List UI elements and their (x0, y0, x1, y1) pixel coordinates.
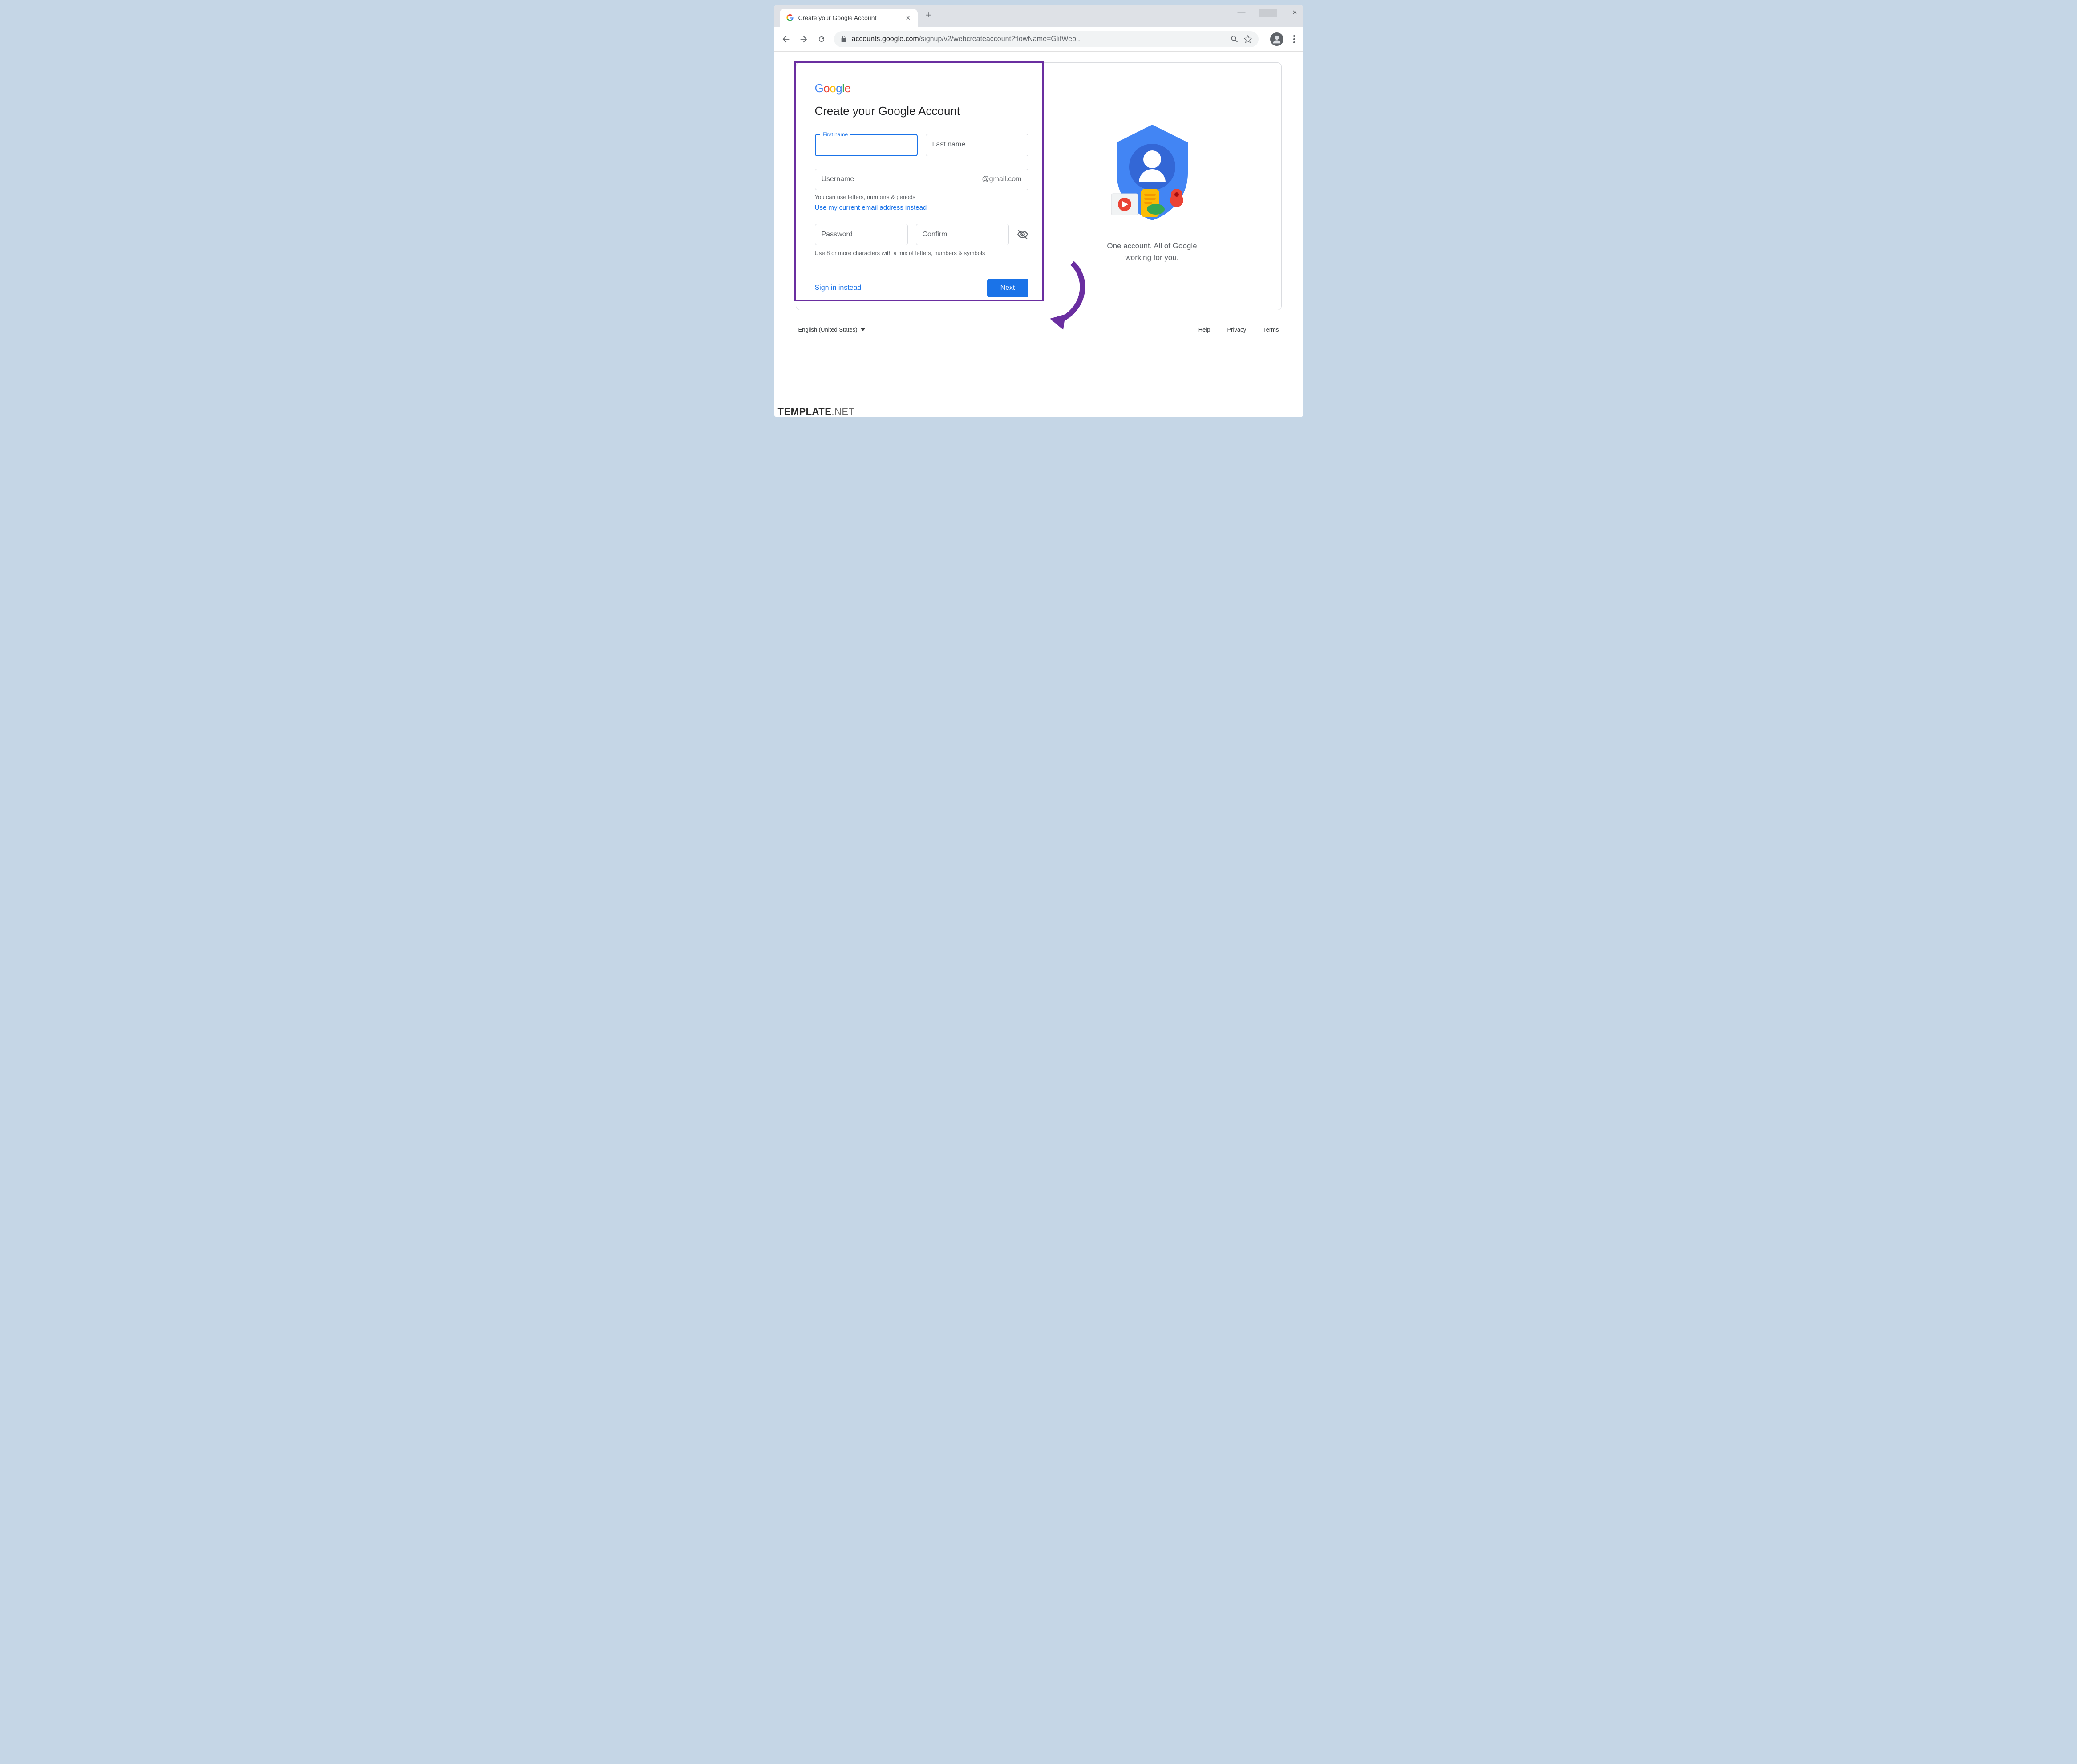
language-selector[interactable]: English (United States) (798, 326, 866, 333)
first-name-label: First name (820, 131, 851, 138)
username-hint: You can use letters, numbers & periods (815, 194, 1028, 200)
url-text: accounts.google.com/signup/v2/webcreatea… (852, 35, 1226, 43)
page-content: Google Create your Google Account First … (774, 52, 1303, 417)
sign-in-instead-link[interactable]: Sign in instead (815, 284, 862, 292)
toggle-password-visibility-icon[interactable] (1017, 229, 1028, 240)
next-button[interactable]: Next (987, 279, 1028, 297)
username-field[interactable]: Username @gmail.com (815, 169, 1028, 190)
chevron-down-icon (861, 328, 865, 332)
lock-icon (840, 36, 847, 43)
browser-window: Create your Google Account × + — × accou… (774, 5, 1303, 417)
watermark: T TEMPLATE.NET (774, 405, 855, 417)
tab-title: Create your Google Account (798, 14, 900, 21)
minimize-button[interactable]: — (1237, 8, 1246, 17)
signup-card: Google Create your Google Account First … (796, 62, 1282, 310)
use-current-email-link[interactable]: Use my current email address instead (815, 204, 927, 211)
last-name-field[interactable]: Last name (926, 134, 1028, 156)
back-button[interactable] (781, 34, 791, 45)
privacy-link[interactable]: Privacy (1227, 326, 1246, 333)
title-bar: Create your Google Account × + — × (774, 5, 1303, 27)
promo-column: One account. All of Google working for y… (1028, 81, 1263, 297)
browser-menu-icon[interactable] (1292, 33, 1297, 45)
username-suffix: @gmail.com (982, 175, 1021, 183)
google-logo: Google (815, 81, 1028, 95)
page-heading: Create your Google Account (815, 104, 1028, 118)
help-link[interactable]: Help (1198, 326, 1211, 333)
browser-tab[interactable]: Create your Google Account × (780, 9, 918, 27)
maximize-button[interactable] (1259, 9, 1277, 17)
address-bar[interactable]: accounts.google.com/signup/v2/webcreatea… (834, 31, 1259, 47)
forward-button[interactable] (798, 34, 809, 45)
promo-illustration (1094, 116, 1210, 231)
google-favicon (786, 14, 794, 22)
close-tab-icon[interactable]: × (905, 13, 911, 23)
star-icon[interactable] (1243, 35, 1252, 44)
signup-form: Google Create your Google Account First … (815, 81, 1028, 297)
close-window-button[interactable]: × (1291, 8, 1300, 17)
first-name-field[interactable]: First name (815, 134, 918, 156)
profile-avatar[interactable] (1270, 32, 1283, 46)
window-controls: — × (1237, 5, 1300, 27)
password-field[interactable]: Password (815, 224, 908, 245)
footer: English (United States) Help Privacy Ter… (796, 316, 1282, 337)
reload-button[interactable] (816, 34, 827, 45)
new-tab-button[interactable]: + (918, 9, 939, 21)
promo-text: One account. All of Google working for y… (1107, 240, 1197, 263)
password-hint: Use 8 or more characters with a mix of l… (815, 250, 1028, 256)
zoom-icon[interactable] (1230, 35, 1239, 44)
browser-toolbar: accounts.google.com/signup/v2/webcreatea… (774, 27, 1303, 52)
terms-link[interactable]: Terms (1263, 326, 1279, 333)
confirm-password-field[interactable]: Confirm (916, 224, 1009, 245)
